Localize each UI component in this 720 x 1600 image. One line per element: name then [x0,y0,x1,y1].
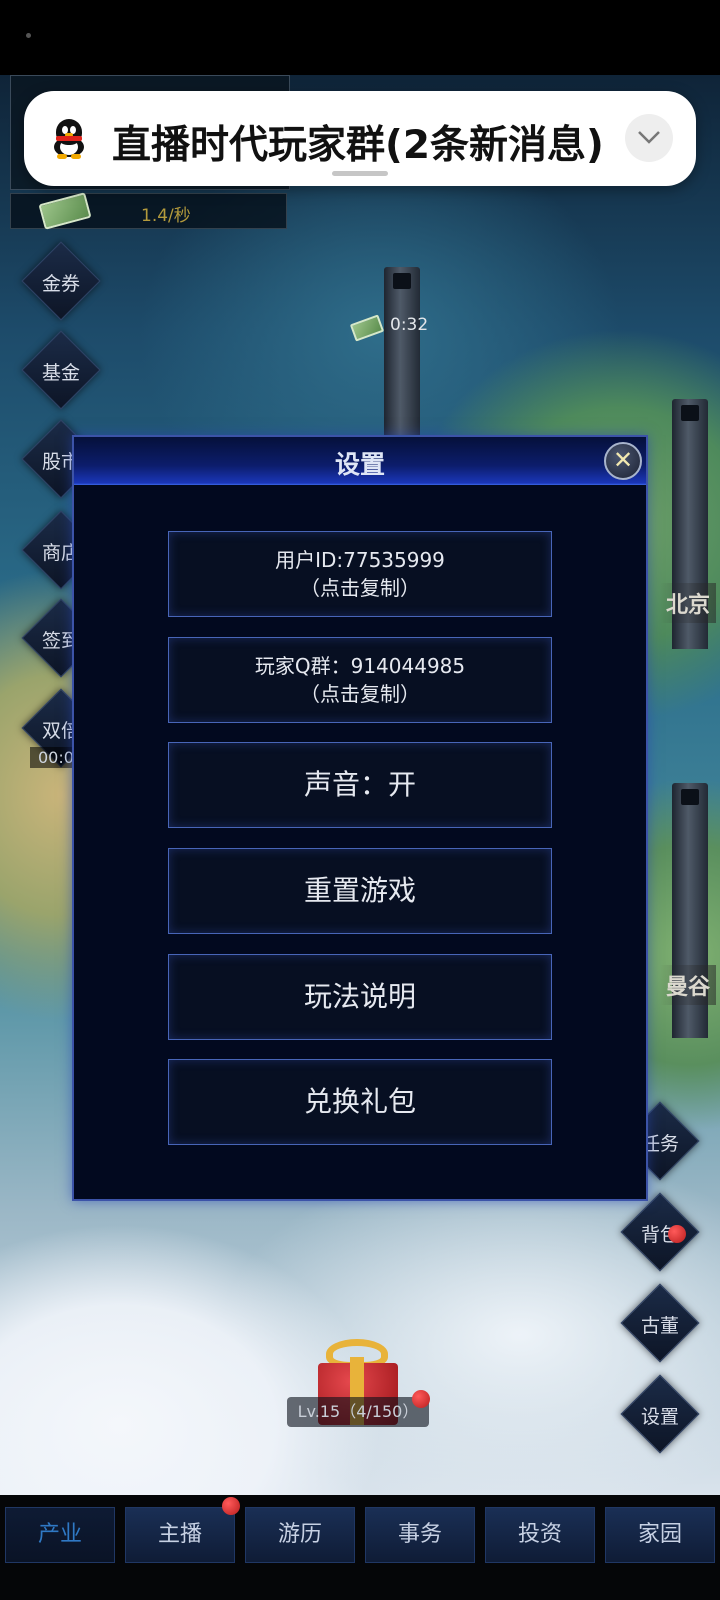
status-bar [0,0,720,75]
notification-dot [668,1225,686,1243]
notification-title: 直播时代玩家群(2条新消息) [112,123,604,168]
tab-industry[interactable]: 产业 [5,1507,115,1563]
qq-notification-banner[interactable]: 直播时代玩家群(2条新消息) [24,91,696,186]
copy-qq-group-button[interactable]: 玩家Q群：914044985 （点击复制） [168,637,552,723]
chevron-down-icon [638,131,660,144]
settings-modal: 设置 ✕ 用户ID:77535999 （点击复制） 玩家Q群：914044985… [72,435,648,1201]
side-button-bag[interactable]: 背包 [620,1192,700,1272]
close-button[interactable]: ✕ [604,442,642,480]
city-label-bangkok[interactable]: 曼谷 [660,965,717,1005]
money-rate: 1.4/秒 [141,206,191,226]
income-timer: 0:32 [390,315,429,335]
cash-icon [38,192,92,230]
sound-toggle-button[interactable]: 声音：开 [168,742,552,828]
side-button-fund[interactable]: 基金 [21,330,101,410]
tab-affairs[interactable]: 事务 [365,1507,475,1563]
status-dot [26,33,31,38]
qq-penguin-icon [52,119,86,159]
modal-header: 设置 [74,437,646,485]
notification-dot [412,1390,430,1408]
modal-title: 设置 [334,450,385,479]
tab-invest[interactable]: 投资 [485,1507,595,1563]
level-progress: Lv.15（4/150） [287,1397,429,1427]
copy-user-id-button[interactable]: 用户ID:77535999 （点击复制） [168,531,552,617]
expand-button[interactable] [625,114,673,162]
bottom-nav: 产业 主播 游历 事务 投资 家园 [0,1495,720,1600]
tab-streamer[interactable]: 主播 [125,1507,235,1563]
money-rate-bar: 1.4/秒 [10,192,287,230]
redeem-gift-button[interactable]: 兑换礼包 [168,1059,552,1145]
close-icon: ✕ [612,446,634,474]
reset-game-button[interactable]: 重置游戏 [168,848,552,934]
game-guide-button[interactable]: 玩法说明 [168,954,552,1040]
notification-dot [222,1497,240,1515]
tab-travel[interactable]: 游历 [245,1507,355,1563]
side-button-settings[interactable]: 设置 [620,1374,700,1454]
tab-home[interactable]: 家园 [605,1507,715,1563]
city-label-beijing[interactable]: 北京 [660,583,717,623]
cash-icon [349,314,385,342]
drag-handle[interactable] [332,171,388,176]
side-button-coupon[interactable]: 金券 [21,241,101,321]
side-button-antique[interactable]: 古董 [620,1283,700,1363]
